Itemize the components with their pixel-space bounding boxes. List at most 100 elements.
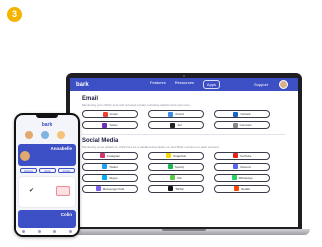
social-service-pill[interactable]: Twitter	[82, 162, 138, 171]
child-avatar[interactable]	[25, 131, 33, 139]
phone-tab-bar	[16, 228, 78, 235]
email-service-pill[interactable]: Yahoo	[82, 121, 138, 129]
tab-settings[interactable]: Settings	[20, 168, 37, 173]
social-service-pill[interactable]: Skype	[82, 173, 138, 182]
service-label: Kik	[177, 175, 182, 180]
social-section-description: Monitoring some platforms. Click here fo…	[82, 144, 220, 149]
laptop-screen: bark Features Resources Apps Support Ema…	[70, 78, 298, 227]
camera-icon	[183, 75, 185, 77]
phone-notch	[36, 115, 58, 118]
comcast-icon	[232, 122, 238, 128]
bark-logo[interactable]: bark	[76, 82, 89, 88]
social-service-pill[interactable]: YouTube	[214, 151, 270, 160]
settings-icon[interactable]	[68, 230, 72, 233]
nav-links: Features Resources Apps	[150, 80, 221, 89]
service-label: Aol	[177, 123, 182, 127]
social-section-title: Social Media	[82, 137, 119, 144]
service-label: Spotify	[174, 164, 185, 169]
child-avatar[interactable]	[57, 131, 65, 139]
child-card-annabelle[interactable]: Annabelle	[18, 144, 76, 166]
child-avatar[interactable]	[41, 131, 49, 139]
main-content: Email Monitoring your child's sent and r…	[70, 91, 298, 193]
laptop: bark Features Resources Apps Support Ema…	[66, 73, 302, 230]
top-navigation-bar: bark Features Resources Apps Support	[70, 78, 298, 91]
outlook-icon	[233, 111, 239, 117]
child-card-colin[interactable]: Colin	[18, 210, 76, 228]
laptop-base	[58, 229, 310, 235]
service-label: Yahoo	[109, 123, 118, 127]
instagram-icon	[99, 153, 105, 158]
child-avatars	[25, 131, 65, 139]
service-label: Reddit	[241, 186, 250, 191]
service-label: Skype	[109, 175, 118, 180]
email-service-pill[interactable]: Outlook	[214, 110, 270, 118]
tab-activity[interactable]: Activity	[58, 168, 75, 173]
service-label: Messenger Kids	[102, 186, 125, 191]
email-service-pill[interactable]: Gmail	[82, 110, 138, 118]
youtube-icon	[232, 153, 238, 158]
nav-link-support[interactable]: Support	[254, 82, 268, 87]
service-label: Twitter	[109, 164, 118, 169]
service-label: Snapchat	[173, 153, 186, 158]
gmail-icon	[102, 111, 108, 117]
snapchat-icon	[166, 153, 172, 158]
phone-screen: bark Annabelle Settings Alerts Activity …	[16, 115, 78, 235]
alert-badge-box[interactable]	[56, 186, 70, 196]
service-label: Outlook	[240, 112, 251, 116]
service-label: WhatsApp	[238, 175, 253, 180]
service-label: TikTok	[175, 186, 184, 191]
user-avatar[interactable]	[279, 80, 288, 89]
social-service-pill[interactable]: Instagram	[82, 151, 138, 160]
whatsapp-icon	[231, 175, 237, 180]
social-service-pill[interactable]: Snapchat	[148, 151, 204, 160]
email-service-pill[interactable]: Aol	[148, 121, 204, 129]
social-service-pill[interactable]: Discord	[214, 162, 270, 171]
service-label: YouTube	[239, 153, 252, 158]
activity-icon[interactable]	[53, 230, 57, 233]
yahoo-icon	[102, 122, 108, 128]
social-service-pill[interactable]: WhatsApp	[214, 173, 270, 182]
child-photo	[20, 151, 30, 161]
social-service-pill[interactable]: Messenger Kids	[82, 184, 138, 193]
discord-icon	[233, 164, 239, 169]
social-service-pill[interactable]: TikTok	[148, 184, 204, 193]
email-service-pill[interactable]: Comcast	[214, 121, 270, 129]
section-divider	[82, 134, 286, 135]
skype-icon	[102, 175, 108, 180]
nav-link-apps[interactable]: Apps	[202, 80, 221, 89]
aol-icon	[170, 122, 176, 128]
phone-tabs: Settings Alerts Activity	[20, 168, 75, 173]
spotify-icon	[167, 164, 173, 169]
social-service-pill[interactable]: Spotify	[148, 162, 204, 171]
step-number-badge: 3	[7, 7, 22, 22]
tab-alerts[interactable]: Alerts	[39, 168, 56, 173]
service-label: Discord	[240, 164, 251, 169]
email-services-grid: Gmail iCloud Outlook Yahoo Aol Comcast	[82, 110, 286, 129]
messenger-kids-icon	[95, 186, 101, 191]
check-icon: ✔	[29, 188, 35, 194]
alerts-icon[interactable]	[37, 230, 41, 233]
email-service-pill[interactable]: iCloud	[148, 110, 204, 118]
twitter-icon	[102, 164, 108, 169]
social-service-pill[interactable]: Kik	[148, 173, 204, 182]
social-services-grid: Instagram Snapchat YouTube Twitter Spotify Di…	[82, 151, 286, 193]
social-service-pill[interactable]: Reddit	[214, 184, 270, 193]
phone: bark Annabelle Settings Alerts Activity …	[14, 113, 80, 237]
nav-link-resources[interactable]: Resources	[175, 80, 194, 89]
service-label: Gmail	[109, 112, 118, 116]
child-name: Annabelle	[50, 146, 72, 151]
home-icon[interactable]	[22, 230, 26, 233]
activity-card: ✔	[19, 177, 75, 207]
kik-icon	[170, 175, 176, 180]
email-section-description: Monitoring your child's sent and receive…	[82, 103, 191, 107]
phone-bark-logo: bark	[41, 122, 53, 128]
nav-link-features[interactable]: Features	[150, 80, 166, 89]
email-section-title: Email	[82, 96, 99, 102]
laptop-notch	[162, 229, 206, 231]
reddit-icon	[234, 186, 240, 191]
icloud-icon	[168, 111, 174, 117]
service-label: iCloud	[175, 112, 184, 116]
tiktok-icon	[168, 186, 174, 191]
service-label: Comcast	[239, 123, 252, 127]
child-name: Colin	[60, 212, 72, 217]
